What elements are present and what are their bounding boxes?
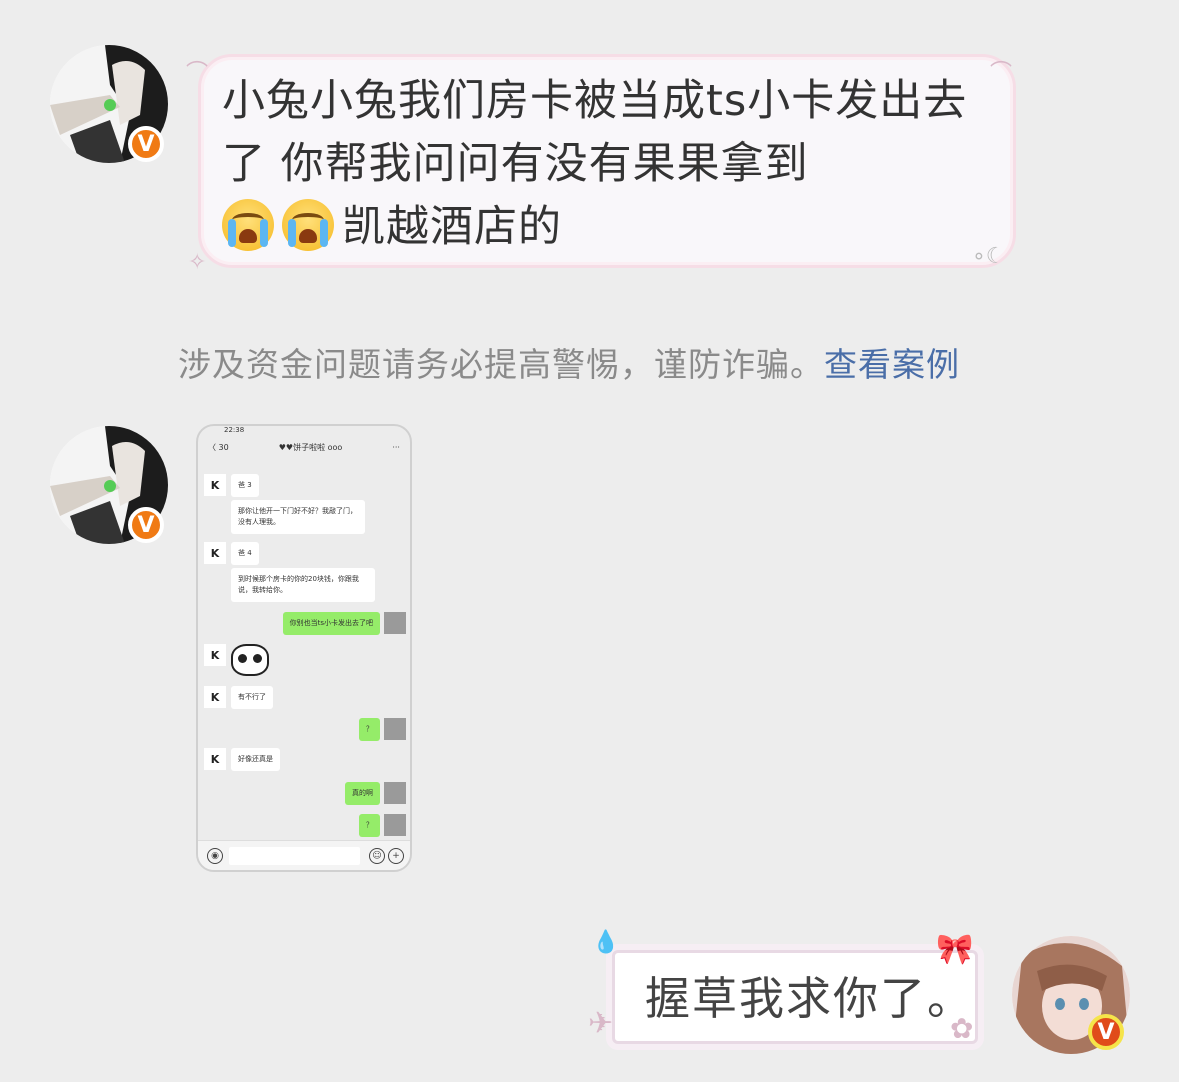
avatar: K [204,748,226,770]
chat-input-bar: ◉ ☺ + [198,840,410,870]
chat-bubble: 你别也当ts小卡发出去了吧 [282,612,380,635]
list-item: K 爸 4 [204,542,259,565]
loudly-crying-face-icon [282,199,334,251]
more-icon: ··· [392,442,400,452]
chat-bubble: 好像还真是 [231,748,280,771]
wing-icon: ︵ [186,46,209,71]
view-cases-link[interactable]: 查看案例 [824,345,960,384]
chat-bubble: 那你让他开一下门好不好？我敲了门，没有人理我。 [231,500,365,534]
list-item: ？ [359,814,406,837]
message-text-tail: 凯越酒店的 [342,202,562,252]
verified-badge: V [1088,1014,1124,1050]
message-text-3: 握草我求你了。 [645,972,975,1025]
verified-badge: V [128,126,164,162]
avatar [384,718,406,740]
avatar: K [204,644,226,666]
chat-bubble: ？ [359,718,380,741]
list-item: K 爸 3 [204,474,259,497]
verified-badge: V [128,507,164,543]
avatar: K [204,474,226,496]
list-item: K 有不行了 [204,686,273,709]
avatar: K [204,686,226,708]
list-item: K 好像还真是 [204,748,280,771]
back-button: 〈 30 [208,442,229,452]
status-time: 22:38 [224,426,245,434]
panda-sticker-icon [231,644,269,676]
avatar [384,814,406,836]
chat-bubble: ？ [359,814,380,837]
chat-header: 〈 30 ♥♥饼子啦啦 ooo ··· [198,436,410,458]
list-item: 到时候那个房卡的你的20块钱，你跟我说，我转给你。 [231,568,375,602]
fraud-warning: 涉及资金问题请务必提高警惕，谨防诈骗。查看案例 [178,338,960,386]
list-item: 那你让他开一下门好不好？我敲了门，没有人理我。 [231,500,365,534]
plus-icon: + [388,847,404,864]
paper-crane-icon: ✈ [588,1006,614,1041]
chat-screenshot-image[interactable]: 22:38 〈 30 ♥♥饼子啦啦 ooo ··· K 爸 3 那你让他开一下门… [196,424,412,872]
list-item: 你别也当ts小卡发出去了吧 [282,612,406,635]
list-item: K [204,644,269,676]
list-item: 真的啊 [345,782,406,805]
avatar [384,612,406,634]
avatar: K [204,542,226,564]
emoji-icon: ☺ [369,847,385,864]
fraud-warning-text: 涉及资金问题请务必提高警惕，谨防诈骗。 [178,345,824,384]
avatar [384,782,406,804]
chat-bubble: 爸 4 [231,542,259,565]
chat-title: ♥♥饼子啦啦 ooo [278,442,343,452]
list-item: ？ [359,718,406,741]
sparkle-icon: ✧ [188,250,207,275]
chat-bubble: 到时候那个房卡的你的20块钱，你跟我说，我转给你。 [231,568,375,602]
chat-bubble: 爸 3 [231,474,259,497]
wing-icon: ︵ [990,46,1013,71]
voice-icon: ◉ [207,847,223,864]
message-text-main: 小兔小兔我们房卡被当成ts小卡发出去了 你帮我问问有没有果果拿到 [222,76,968,189]
message-text-1: 小兔小兔我们房卡被当成ts小卡发出去了 你帮我问问有没有果果拿到 凯越酒店的 [222,70,982,259]
message-input [229,846,360,865]
droplet-icon: 💧 [592,930,620,955]
loudly-crying-face-icon [222,199,274,251]
chat-bubble: 有不行了 [231,686,273,709]
chat-bubble: 真的啊 [345,782,380,805]
